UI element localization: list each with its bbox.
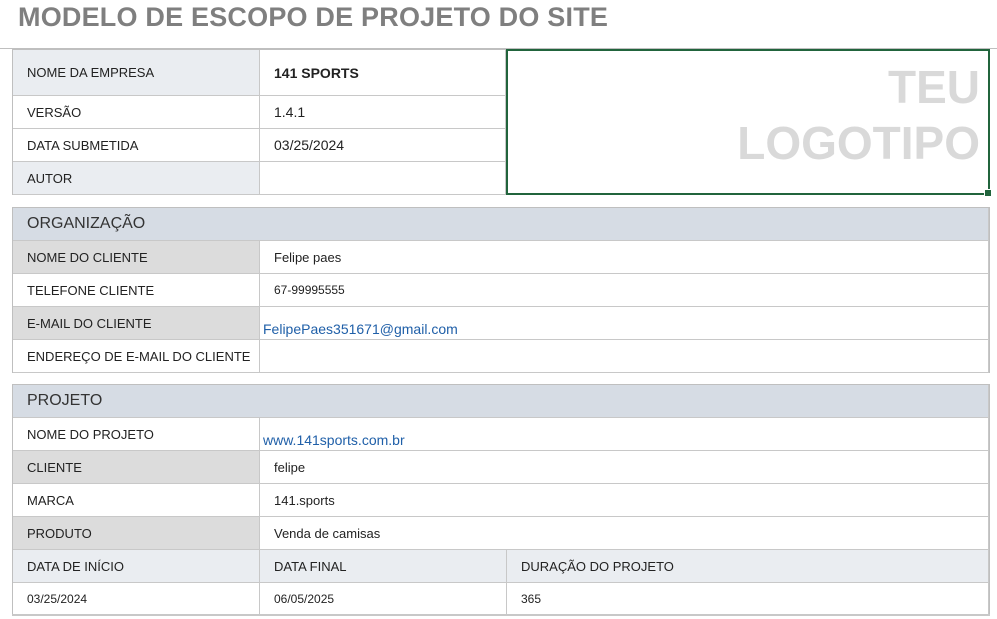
duration-label: DURAÇÃO DO PROJETO (507, 550, 989, 583)
organization-header: ORGANIZAÇÃO (13, 208, 989, 241)
project-client-value[interactable]: felipe (260, 451, 989, 484)
client-phone-value[interactable]: 67-99995555 (260, 274, 989, 307)
author-value[interactable] (260, 162, 506, 195)
logo-line-1: TEU (888, 61, 980, 113)
start-date-value[interactable]: 03/25/2024 (13, 583, 260, 616)
start-date-label: DATA DE INÍCIO (13, 550, 260, 583)
end-date-value[interactable]: 06/05/2025 (260, 583, 507, 616)
author-label: AUTOR (13, 162, 260, 195)
selection-handle[interactable] (984, 189, 992, 197)
bottom-divider (12, 614, 990, 616)
page-title: MODELO DE ESCOPO DE PROJETO DO SITE (18, 2, 609, 32)
project-name-link[interactable]: www.141sports.com.br (263, 432, 405, 448)
duration-value[interactable]: 365 (507, 583, 989, 616)
project-name-label: NOME DO PROJETO (13, 418, 260, 451)
version-value[interactable]: 1.4.1 (260, 96, 506, 129)
logo-text: TEU LOGOTIPO (737, 59, 980, 171)
version-label: VERSÃO (13, 96, 260, 129)
product-value[interactable]: Venda de camisas (260, 517, 989, 550)
product-label: PRODUTO (13, 517, 260, 550)
client-phone-label: TELEFONE CLIENTE (13, 274, 260, 307)
brand-value[interactable]: 141.sports (260, 484, 989, 517)
company-name-label: NOME DA EMPRESA (13, 50, 260, 96)
brand-label: MARCA (13, 484, 260, 517)
submitted-date-label: DATA SUBMETIDA (13, 129, 260, 162)
end-date-label: DATA FINAL (260, 550, 507, 583)
project-header: PROJETO (13, 385, 989, 418)
client-name-label: NOME DO CLIENTE (13, 241, 260, 274)
client-email-address-value[interactable] (260, 340, 989, 373)
client-email-address-label: ENDEREÇO DE E-MAIL DO CLIENTE (13, 340, 260, 373)
logo-line-2: LOGOTIPO (737, 117, 980, 169)
client-name-value[interactable]: Felipe paes (260, 241, 989, 274)
logo-placeholder[interactable]: TEU LOGOTIPO (506, 49, 992, 197)
project-client-label: CLIENTE (13, 451, 260, 484)
company-name-value[interactable]: 141 SPORTS (260, 50, 506, 96)
client-email-link[interactable]: FelipePaes351671@gmail.com (263, 321, 458, 337)
submitted-date-value[interactable]: 03/25/2024 (260, 129, 506, 162)
client-email-label: E-MAIL DO CLIENTE (13, 307, 260, 340)
